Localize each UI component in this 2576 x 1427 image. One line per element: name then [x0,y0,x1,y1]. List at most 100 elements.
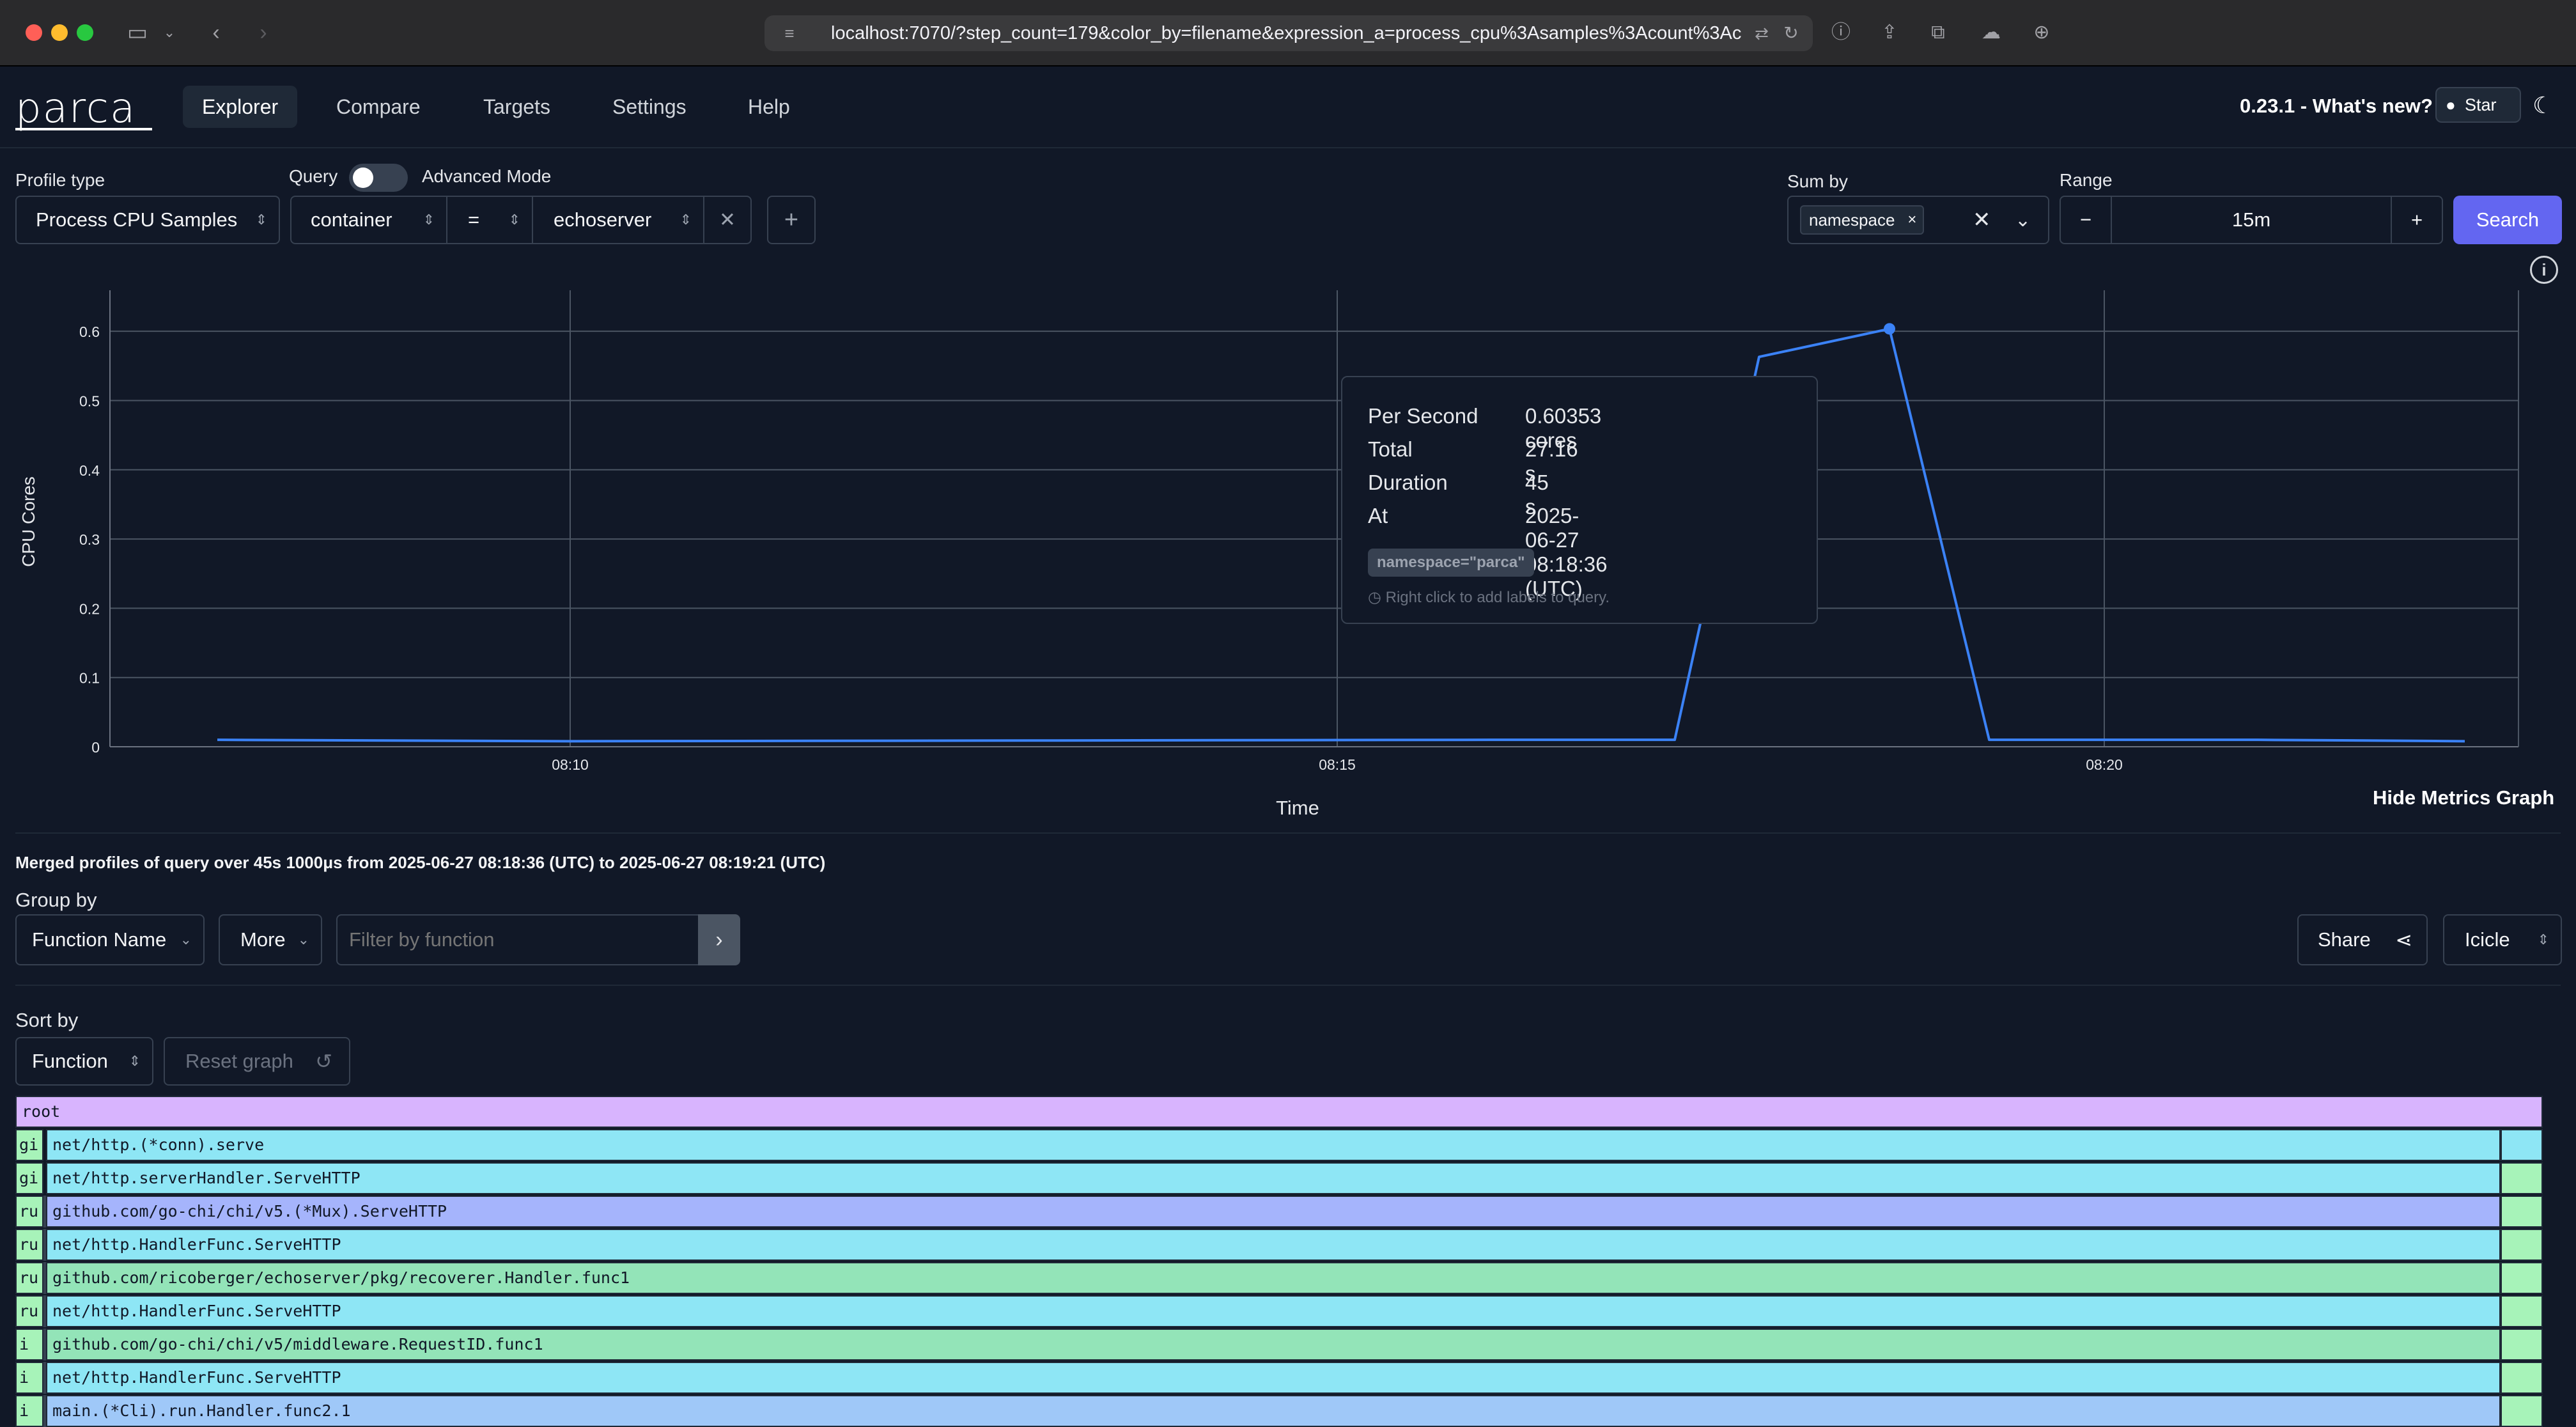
share-button[interactable]: Share ⋖ [2297,914,2428,965]
share-icon[interactable]: ⇪ [1875,17,1904,49]
range-minus-button[interactable]: − [2060,196,2112,244]
range-plus-button[interactable]: + [2391,196,2443,244]
flame-node[interactable]: net/http.(*conn).serve [46,1129,2501,1161]
chevron-down-icon[interactable]: ⌄ [160,17,179,49]
clock-icon: ◷ [1368,589,1386,606]
flame-node[interactable]: net/http.HandlerFunc.ServeHTTP [46,1229,2501,1261]
version-link[interactable]: 0.23.1 - What's new? [2240,95,2433,118]
reset-graph-button[interactable]: Reset graph ↺ [164,1037,350,1086]
flame-node-tail[interactable] [2501,1295,2543,1327]
clear-icon[interactable]: ✕ [1973,207,1991,233]
chevron-down-icon[interactable]: ⌄ [2015,209,2031,231]
label-key-value: container [311,208,392,231]
tooltip-row: Per Second 0.60353 cores [1368,404,1601,452]
flame-node[interactable]: github.com/go-chi/chi/v5.(*Mux).ServeHTT… [46,1196,2501,1228]
remove-matcher-button[interactable]: ✕ [703,196,752,244]
nav-explorer[interactable]: Explorer [183,86,298,128]
label-key-select[interactable]: container ⇕ [290,196,447,244]
flame-node-stub[interactable]: gi [15,1129,43,1161]
flame-node-stub[interactable]: i [15,1329,43,1361]
close-window-button[interactable] [26,24,42,41]
flame-node[interactable]: main.(*Cli).run.Handler.func2.1 [46,1395,2501,1427]
chip-remove-icon[interactable]: × [1907,207,1916,233]
back-icon[interactable]: ‹ [203,17,229,49]
flame-node-stub[interactable]: ru [15,1262,43,1294]
sidebar-icon[interactable]: ▭ [121,17,153,49]
cloud-icon[interactable]: ☁ [1975,17,2007,49]
flame-node[interactable]: github.com/ricoberger/echoserver/pkg/rec… [46,1262,2501,1294]
flame-node-tail[interactable] [2501,1362,2543,1394]
flame-node[interactable]: net/http.HandlerFunc.ServeHTTP [46,1295,2501,1327]
tooltip-value: 2025-06-27 08:18:36 (UTC) [1525,504,1608,600]
forward-icon[interactable]: › [251,17,276,49]
chevron-updown-icon: ⇕ [679,212,692,228]
nav-targets[interactable]: Targets [464,86,570,128]
flame-node-tail[interactable] [2501,1395,2543,1427]
reset-graph-label: Reset graph [185,1050,293,1072]
profile-type-select[interactable]: Process CPU Samples ⇕ [15,196,280,244]
hide-metrics-button[interactable]: Hide Metrics Graph [2373,786,2554,809]
filter-submit-button[interactable]: › [698,914,740,965]
download-icon[interactable]: ⊕ [2028,17,2056,49]
reload-icon[interactable]: ↻ [1778,17,1804,49]
flame-node-tail[interactable] [2501,1196,2543,1228]
nav-settings[interactable]: Settings [593,86,706,128]
minimize-window-button[interactable] [51,24,68,41]
tooltip-key: Total [1368,437,1413,461]
flame-node[interactable]: net/http.HandlerFunc.ServeHTTP [46,1362,2501,1394]
toggle-knob [353,168,373,188]
flame-node[interactable]: github.com/go-chi/chi/v5/middleware.Requ… [46,1329,2501,1361]
sort-by-select[interactable]: Function ⇕ [15,1037,153,1086]
info-icon[interactable]: ⓘ [1827,17,1855,49]
label-value-select[interactable]: echoserver ⇕ [532,196,704,244]
more-select[interactable]: More ⌄ [219,914,322,965]
share-icon: ⋖ [2395,928,2412,951]
advanced-mode-toggle[interactable] [349,164,408,192]
flame-node-stub[interactable]: ru [15,1196,43,1228]
tooltip-hint-text: Right click to add labels to query. [1385,589,1610,606]
highlight-point[interactable] [1884,323,1895,335]
range-input[interactable]: 15m [2111,196,2392,244]
divider [15,985,2561,986]
sum-by-chip[interactable]: namespace × [1800,205,1925,235]
github-star-button[interactable]: ● Star [2435,87,2521,123]
chevron-updown-icon: ⇕ [128,1053,141,1069]
operator-value: = [468,208,480,231]
nav-help[interactable]: Help [729,86,809,128]
operator-select[interactable]: = ⇕ [446,196,533,244]
parca-logo[interactable]: parca [15,88,136,129]
search-button[interactable]: Search [2453,196,2562,244]
zoom-window-button[interactable] [77,24,93,41]
flame-node-stub[interactable]: ru [15,1295,43,1327]
flame-node-tail[interactable] [2501,1229,2543,1261]
flame-node-stub[interactable]: i [15,1362,43,1394]
flame-root[interactable]: root [15,1096,2543,1128]
page-settings-icon[interactable]: ≡ [773,17,805,49]
url-text: localhost:7070/?step_count=179&color_by=… [831,23,1742,43]
y-tick-label: 0.3 [79,531,100,548]
add-matcher-button[interactable]: + [767,196,816,244]
tooltip-row: At 2025-06-27 08:18:36 (UTC) [1368,504,1607,600]
flame-node-tail[interactable] [2501,1162,2543,1194]
sum-by-select[interactable]: namespace × ✕ ⌄ [1787,196,2049,244]
profile-type-label: Profile type [15,170,105,190]
group-by-select[interactable]: Function Name ⌄ [15,914,205,965]
more-label: More [240,928,286,951]
metrics-graph[interactable]: 0 0.1 0.2 0.3 0.4 0.5 0.6 08:10 08:15 08:20 Time CP… [0,269,2576,818]
flame-node[interactable]: net/http.serverHandler.ServeHTTP [46,1162,2501,1194]
flame-node-stub[interactable]: i [15,1395,43,1427]
function-filter-input[interactable] [336,914,701,965]
flame-node-tail[interactable] [2501,1129,2543,1161]
flame-node-stub[interactable]: ru [15,1229,43,1261]
sum-by-label: Sum by [1787,171,1848,191]
tabs-icon[interactable]: ⧉ [1924,17,1952,49]
translate-icon[interactable]: ⇄ [1749,17,1774,49]
visualization-select[interactable]: Icicle ⇕ [2443,914,2562,965]
address-bar[interactable]: ≡ localhost:7070/?step_count=179&color_b… [764,15,1813,51]
flame-node-tail[interactable] [2501,1262,2543,1294]
dark-mode-icon[interactable]: ☾ [2533,92,2553,119]
nav-compare[interactable]: Compare [317,86,440,128]
tooltip-label-tag[interactable]: namespace="parca" [1368,549,1534,577]
flame-node-stub[interactable]: gi [15,1162,43,1194]
flame-node-tail[interactable] [2501,1329,2543,1361]
